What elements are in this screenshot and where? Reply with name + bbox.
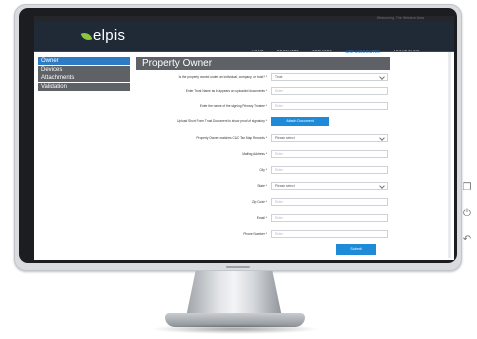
upload-row: Upload Short Form Trust Document to show… xyxy=(136,117,390,126)
scrollbar[interactable] xyxy=(448,52,451,258)
sidebar-item-validation[interactable]: Validation xyxy=(38,82,130,91)
zip-label: Zip Code * xyxy=(251,200,267,204)
trust-name-label: Enter Trust Name as it appears on upload… xyxy=(185,89,267,93)
copy-icon[interactable]: ❐ xyxy=(462,182,472,194)
chevron-down-icon xyxy=(379,74,385,80)
owner-type-select[interactable]: Trust xyxy=(271,73,388,81)
chevron-down-icon xyxy=(379,183,385,189)
header-divider xyxy=(34,51,454,52)
trust-name-input[interactable]: Enter xyxy=(271,87,388,95)
state-select[interactable]: Please select xyxy=(271,182,388,190)
state-value: Please select xyxy=(275,184,295,188)
owner-type-row: Is the property owned under an individua… xyxy=(136,73,390,82)
back-icon[interactable]: ↶ xyxy=(462,234,472,246)
sidebar-item-attachments[interactable]: Attachments xyxy=(38,74,130,82)
attach-document-button[interactable]: Attach Document xyxy=(271,117,329,126)
submit-button[interactable]: Submit xyxy=(336,244,376,255)
sidebar-item-devices[interactable]: Devices xyxy=(38,65,130,74)
monitor-stand-shadow xyxy=(150,324,320,334)
monitor-brand-mark xyxy=(226,266,250,268)
owner-type-value: Trust xyxy=(275,75,283,79)
zip-input[interactable]: Enter xyxy=(271,198,388,206)
owner-type-label: Is the property owned under an individua… xyxy=(178,75,267,79)
sidebar: Owner Devices Attachments Validation xyxy=(38,57,130,91)
email-label: Email * xyxy=(256,216,267,220)
tax-match-select[interactable]: Please select xyxy=(271,134,388,142)
trustee-name-row: Enter the name of the signing Primary Tr… xyxy=(136,102,390,111)
site-logo[interactable]: elpis xyxy=(80,27,126,45)
page-title-bar: Property Owner xyxy=(136,57,390,70)
main-nav: HOME PRODUCTS SERVICES ARE ASSOCIATES AB… xyxy=(252,40,429,58)
upload-label: Upload Short Form Trust Document to show… xyxy=(177,119,267,123)
tax-match-label: Property Owner matches C&C Tax Map Recor… xyxy=(196,136,267,140)
power-icon[interactable]: ⏻ xyxy=(462,208,472,220)
monitor-stand-neck xyxy=(186,271,282,317)
city-input[interactable]: Enter xyxy=(271,166,388,174)
mailing-label: Mailing Address * xyxy=(242,152,267,156)
tax-match-value: Please select xyxy=(275,136,295,140)
trustee-name-input[interactable]: Enter xyxy=(271,102,388,110)
phone-row: Phone Number * Enter xyxy=(136,230,390,239)
screen: Welcoming, The Western Area elpis HOME P… xyxy=(34,16,454,260)
state-row: State * Please select xyxy=(136,182,390,191)
trust-name-row: Enter Trust Name as it appears on upload… xyxy=(136,87,390,96)
trustee-name-label: Enter the name of the signing Primary Tr… xyxy=(199,104,267,108)
email-input[interactable]: Enter xyxy=(271,214,388,222)
mailing-row: Mailing Address * Enter xyxy=(136,150,390,159)
mailing-input[interactable]: Enter xyxy=(271,150,388,158)
leaf-icon xyxy=(80,30,93,42)
city-label: City * xyxy=(259,168,267,172)
email-row: Email * Enter xyxy=(136,214,390,223)
logo-text: elpis xyxy=(93,27,126,44)
site-header: elpis HOME PRODUCTS SERVICES ARE ASSOCIA… xyxy=(34,21,454,54)
sidebar-item-owner[interactable]: Owner xyxy=(38,57,130,65)
chevron-down-icon xyxy=(379,135,385,141)
zip-row: Zip Code * Enter xyxy=(136,198,390,207)
tax-match-row: Property Owner matches C&C Tax Map Recor… xyxy=(136,134,390,143)
city-row: City * Enter xyxy=(136,166,390,175)
state-label: State * xyxy=(257,184,267,188)
monitor-side-buttons: ❐ ⏻ ↶ xyxy=(462,182,476,260)
page-title: Property Owner xyxy=(142,58,213,69)
phone-label: Phone Number * xyxy=(243,232,267,236)
phone-input[interactable]: Enter xyxy=(271,230,388,238)
